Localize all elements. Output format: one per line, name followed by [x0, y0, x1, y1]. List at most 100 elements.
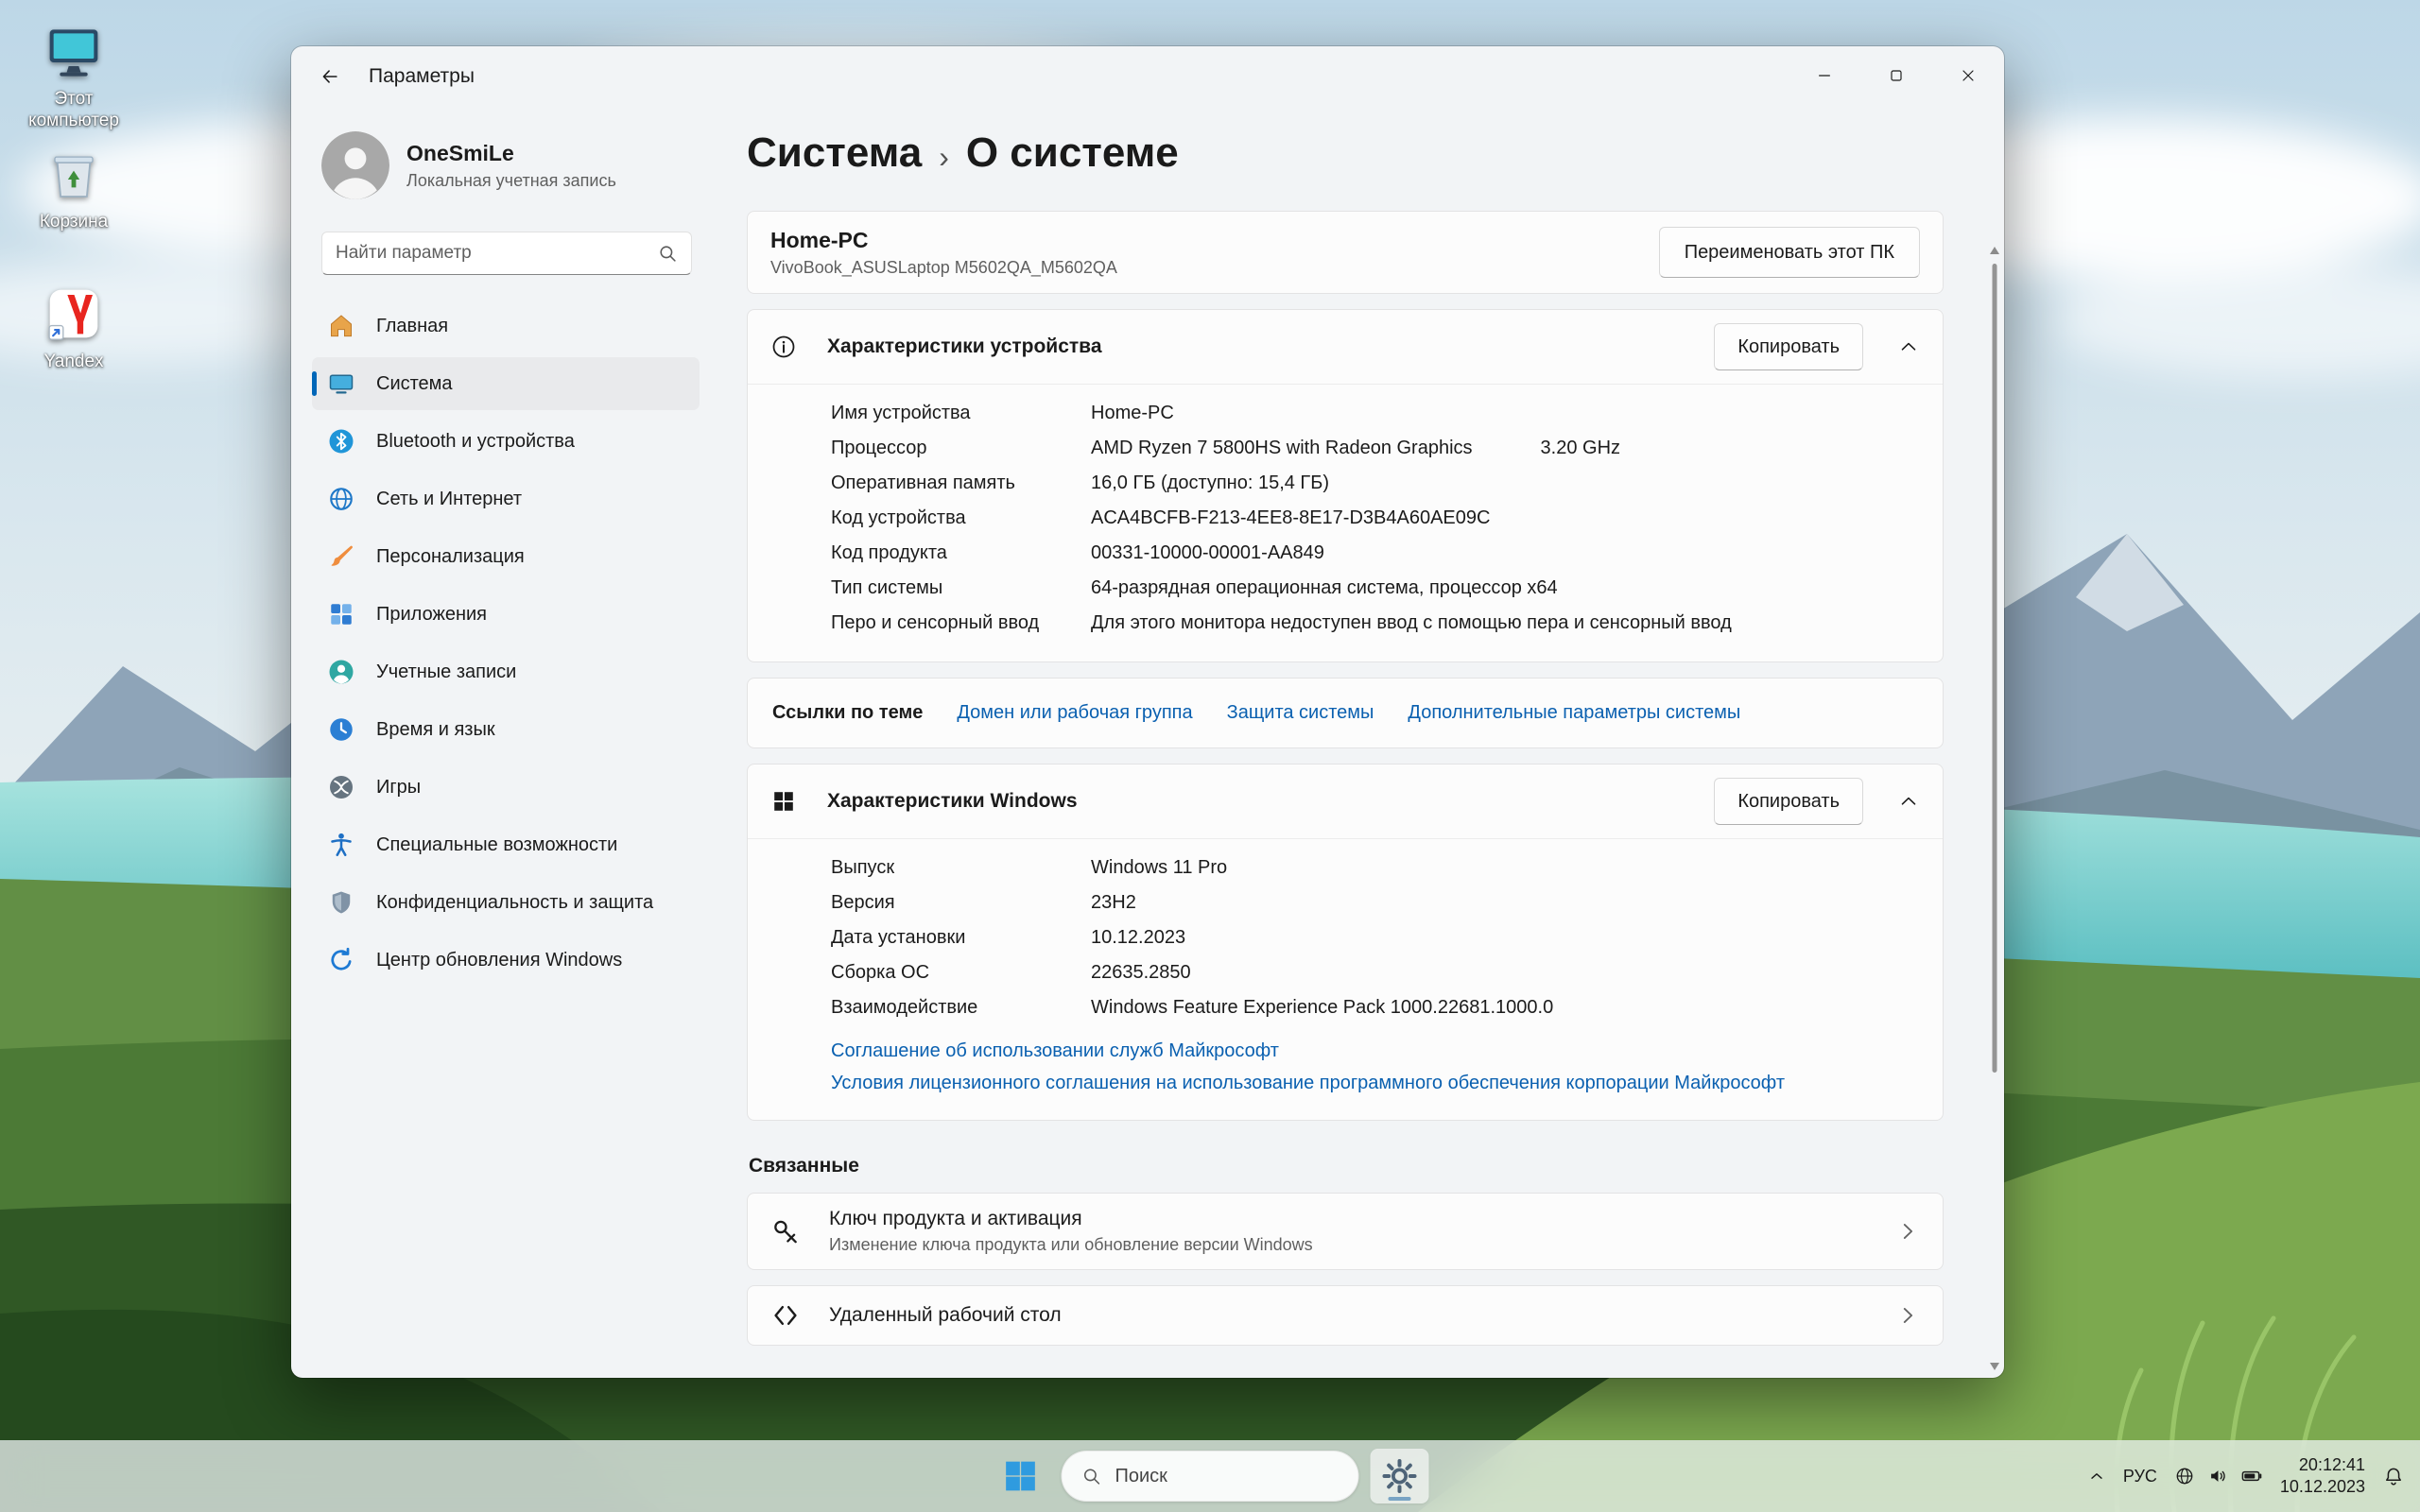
maximize-icon [1887, 66, 1906, 85]
back-icon [320, 66, 340, 87]
taskbar-search[interactable]: Поиск [1061, 1451, 1359, 1502]
titlebar: Параметры [291, 46, 2004, 107]
clock[interactable]: 20:12:41 10.12.2023 [2280, 1454, 2365, 1498]
minimize-icon [1815, 66, 1834, 85]
scrollbar-up-arrow[interactable] [1990, 247, 1999, 254]
window-body: OneSmiLe Локальная учетная запись Главна… [291, 107, 2004, 1378]
windows-specs-header[interactable]: Характеристики Windows Копировать [748, 765, 1943, 838]
chevron-right-icon [1895, 1303, 1920, 1328]
content: Система › О системе Home-PC VivoBook_ASU… [718, 107, 2004, 1378]
copy-windows-specs-button[interactable]: Копировать [1714, 778, 1863, 825]
windows-specs-card: Характеристики Windows Копировать Выпуск… [747, 764, 1944, 1121]
minimize-button[interactable] [1789, 46, 1860, 105]
search-icon [657, 243, 678, 264]
sidebar: OneSmiLe Локальная учетная запись Главна… [291, 107, 718, 1378]
user-account-type: Локальная учетная запись [406, 170, 616, 190]
related-section-heading: Связанные [749, 1155, 859, 1177]
collapse-device-specs-icon[interactable] [1897, 335, 1920, 358]
back-button[interactable] [302, 54, 357, 99]
sidebar-item-privacy[interactable]: Конфиденциальность и защита [312, 876, 700, 929]
desktop-icon-this-pc[interactable]: Этот компьютер [11, 21, 136, 131]
spec-row: Процессор AMD Ryzen 7 5800HS with Radeon … [831, 431, 1920, 466]
gaming-icon [327, 773, 355, 801]
device-name-card: Home-PC VivoBook_ASUSLaptop M5602QA_M560… [747, 211, 1944, 294]
sidebar-item-apps[interactable]: Приложения [312, 588, 700, 641]
spec-extra: 3.20 GHz [1540, 438, 1621, 458]
settings-app-button[interactable] [1370, 1449, 1429, 1503]
breadcrumb-system[interactable]: Система [747, 129, 922, 177]
sidebar-item-time[interactable]: Время и язык [312, 703, 700, 756]
maximize-button[interactable] [1860, 46, 1932, 105]
taskbar-search-icon [1081, 1466, 1102, 1486]
spec-value: 10.12.2023 [1091, 927, 1186, 948]
scrollbar[interactable] [1989, 247, 2000, 1370]
page-title: О системе [965, 129, 1179, 176]
desktop-icon-recycle-bin[interactable]: Корзина [11, 144, 136, 232]
network-icon [327, 485, 355, 513]
sidebar-item-home[interactable]: Главная [312, 300, 700, 352]
sidebar-item-bluetooth[interactable]: Bluetooth и устройства [312, 415, 700, 468]
sidebar-item-gaming[interactable]: Игры [312, 761, 700, 814]
tray-chevron-up-icon[interactable] [2087, 1467, 2106, 1486]
battery-icon [2240, 1465, 2263, 1487]
close-button[interactable] [1932, 46, 2004, 105]
scrollbar-down-arrow[interactable] [1990, 1363, 1999, 1370]
related-item-title: Ключ продукта и активация [829, 1208, 1082, 1229]
notifications-icon[interactable] [2382, 1465, 2405, 1487]
sidebar-item-system[interactable]: Система [312, 357, 700, 410]
sidebar-item-accessibility[interactable]: Специальные возможности [312, 818, 700, 871]
collapse-windows-specs-icon[interactable] [1897, 790, 1920, 813]
copy-device-specs-button[interactable]: Копировать [1714, 323, 1863, 370]
avatar [321, 131, 389, 199]
scrollbar-thumb[interactable] [1992, 264, 1997, 1074]
topic-link[interactable]: Защита системы [1227, 702, 1374, 724]
update-icon [327, 946, 355, 974]
related-links-card: Ссылки по теме Домен или рабочая группа З… [747, 678, 1944, 748]
desktop-icon-label: Yandex [43, 352, 104, 371]
spec-row: Оперативная память 16,0 ГБ (доступно: 15,… [831, 466, 1920, 501]
sidebar-item-update[interactable]: Центр обновления Windows [312, 934, 700, 987]
spec-label: Сборка ОС [831, 962, 930, 983]
remote-desktop-icon [770, 1300, 801, 1331]
sidebar-item-network[interactable]: Сеть и Интернет [312, 472, 700, 525]
spec-row: Дата установки 10.12.2023 [831, 920, 1920, 955]
sidebar-item-personalization[interactable]: Персонализация [312, 530, 700, 583]
spec-value: 23H2 [1091, 892, 1136, 913]
user-account[interactable]: OneSmiLe Локальная учетная запись [312, 116, 700, 209]
privacy-icon [327, 888, 355, 917]
sidebar-search[interactable] [321, 232, 692, 275]
device-specs-card: Характеристики устройства Копировать Имя… [747, 309, 1944, 662]
sidebar-search-input[interactable] [336, 243, 657, 264]
tray-status-icons[interactable] [2174, 1465, 2263, 1487]
sidebar-item-label: Bluetooth и устройства [376, 430, 575, 452]
topic-link[interactable]: Домен или рабочая группа [957, 702, 1192, 724]
spec-row: Код устройства ACA4BCFB-F213-4EE8-8E17-D3… [831, 501, 1920, 536]
spec-value: 00331-10000-00001-AA849 [1091, 542, 1324, 563]
spec-label: Код продукта [831, 542, 947, 563]
language-indicator[interactable]: РУС [2123, 1467, 2157, 1486]
topic-link[interactable]: Дополнительные параметры системы [1408, 702, 1740, 724]
spec-label: Оперативная память [831, 472, 1015, 493]
device-specs-title: Характеристики устройства [827, 335, 1102, 357]
spec-label: Код устройства [831, 507, 966, 528]
spec-value: 22635.2850 [1091, 962, 1191, 983]
start-button[interactable] [992, 1449, 1050, 1503]
spec-value: Windows 11 Pro [1091, 857, 1228, 878]
license-link[interactable]: Условия лицензионного соглашения на испо… [831, 1067, 1920, 1099]
sidebar-item-label: Приложения [376, 603, 488, 625]
related-links: Домен или рабочая группа Защита системы До… [957, 702, 1740, 724]
selected-indicator [312, 371, 317, 396]
device-specs-header[interactable]: Характеристики устройства Копировать [748, 310, 1943, 384]
spec-value: Для этого монитора недоступен ввод с пом… [1091, 612, 1732, 633]
device-specs-rows: Имя устройства Home-PC Процессор AMD Ryzen … [748, 385, 1943, 662]
sidebar-item-accounts[interactable]: Учетные записи [312, 645, 700, 698]
desktop: Этот компьютер Корзина Yandex Параметры [0, 0, 2420, 1512]
sidebar-item-label: Время и язык [376, 718, 495, 740]
license-link[interactable]: Соглашение об использовании служб Майкро… [831, 1035, 1920, 1067]
tray-date: 10.12.2023 [2279, 1477, 2365, 1496]
product-key-card[interactable]: Ключ продукта и активация Изменение ключ… [747, 1193, 1944, 1270]
rename-pc-button[interactable]: Переименовать этот ПК [1658, 227, 1920, 278]
close-icon [1959, 66, 1978, 85]
desktop-icon-yandex[interactable]: Yandex [11, 284, 136, 372]
remote-desktop-card[interactable]: Удаленный рабочий стол [747, 1285, 1944, 1346]
